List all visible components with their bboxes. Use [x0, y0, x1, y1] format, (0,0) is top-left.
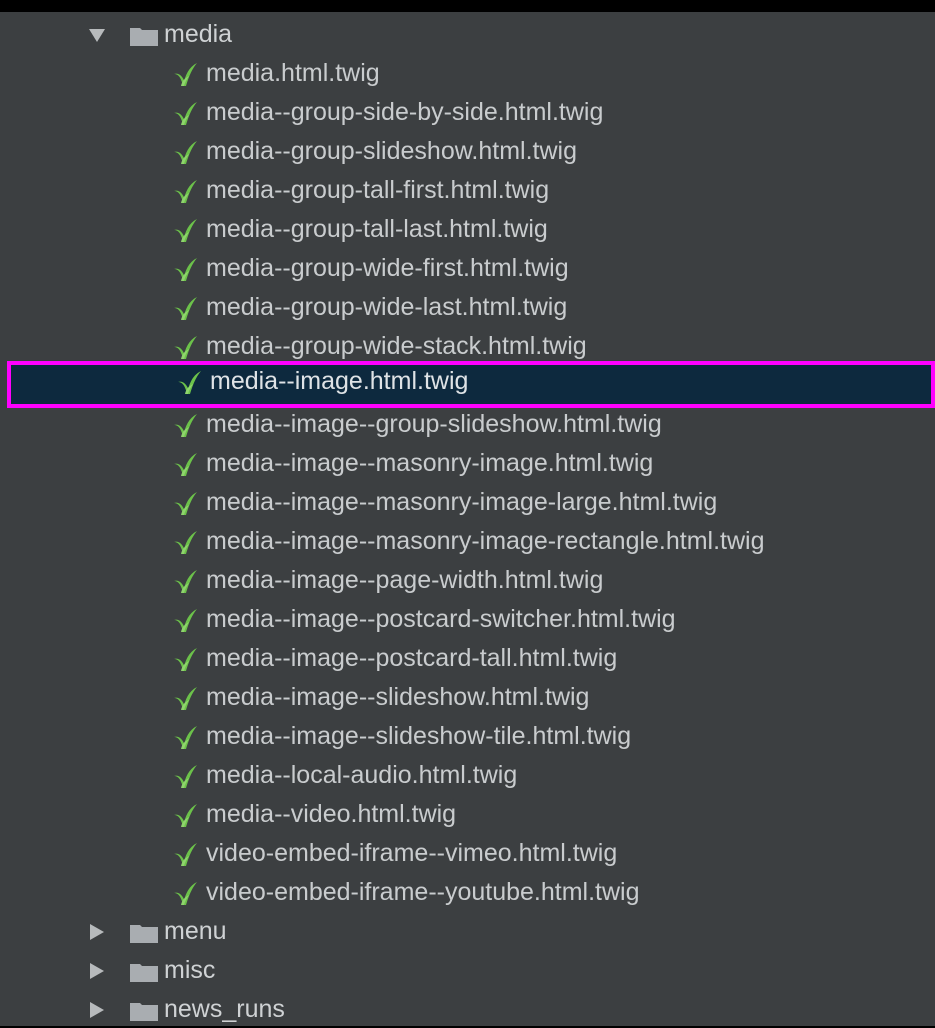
folder-row-media[interactable]: media	[0, 14, 935, 53]
file-label: media--group-tall-first.html.twig	[206, 176, 550, 204]
file-row[interactable]: media--image--masonry-image-large.html.t…	[0, 482, 935, 521]
file-row[interactable]: media--group-tall-first.html.twig	[0, 170, 935, 209]
triangle-down-icon[interactable]	[88, 27, 106, 43]
file-row[interactable]: media--image--slideshow.html.twig	[0, 677, 935, 716]
file-row[interactable]: media--video.html.twig	[0, 794, 935, 833]
file-label: media--image--masonry-image.html.twig	[206, 449, 654, 477]
file-label: media--group-tall-last.html.twig	[206, 215, 548, 243]
file-row[interactable]: media--group-wide-stack.html.twig	[0, 326, 935, 365]
file-label: media--image--slideshow-tile.html.twig	[206, 722, 632, 750]
twig-file-icon	[174, 297, 197, 320]
file-label: media--image--postcard-switcher.html.twi…	[206, 605, 676, 633]
twig-file-icon	[174, 765, 197, 788]
folder-row-menu[interactable]: menu	[0, 911, 935, 950]
twig-file-icon	[174, 570, 197, 593]
file-label: media--image--slideshow.html.twig	[206, 683, 590, 711]
twig-file-icon	[174, 258, 197, 281]
triangle-right-icon[interactable]	[88, 963, 106, 979]
folder-icon	[130, 28, 158, 46]
twig-file-icon	[174, 219, 197, 242]
file-row[interactable]: video-embed-iframe--vimeo.html.twig	[0, 833, 935, 872]
folder-row-misc[interactable]: misc	[0, 950, 935, 989]
file-row[interactable]: media--image--postcard-tall.html.twig	[0, 638, 935, 677]
twig-file-icon	[174, 63, 197, 86]
project-tree-panel[interactable]: media media.html.twig media--group-side-b…	[0, 12, 935, 1026]
file-label: media--image.html.twig	[210, 367, 469, 395]
file-label: media--image--group-slideshow.html.twig	[206, 410, 662, 438]
twig-file-icon	[174, 453, 197, 476]
file-label: media--group-wide-stack.html.twig	[206, 332, 587, 360]
file-row[interactable]: media--group-wide-first.html.twig	[0, 248, 935, 287]
twig-file-icon	[174, 180, 197, 203]
twig-file-icon	[174, 609, 197, 632]
twig-file-icon	[174, 414, 197, 437]
file-label: media--group-wide-last.html.twig	[206, 293, 568, 321]
folder-row-news-runs[interactable]: news_runs	[0, 989, 935, 1028]
twig-file-icon	[174, 102, 197, 125]
file-label: media.html.twig	[206, 59, 380, 87]
twig-file-icon	[174, 726, 197, 749]
twig-file-icon	[174, 336, 197, 359]
file-label: media--image--masonry-image-large.html.t…	[206, 488, 718, 516]
folder-label: misc	[164, 956, 216, 984]
twig-file-icon	[174, 804, 197, 827]
file-row[interactable]: media.html.twig	[0, 53, 935, 92]
folder-label: menu	[164, 917, 227, 945]
file-row[interactable]: media--local-audio.html.twig	[0, 755, 935, 794]
file-label: video-embed-iframe--youtube.html.twig	[206, 878, 640, 906]
file-label: media--group-wide-first.html.twig	[206, 254, 569, 282]
file-row[interactable]: video-embed-iframe--youtube.html.twig	[0, 872, 935, 911]
twig-file-icon	[174, 648, 197, 671]
file-row-selected[interactable]: media--image.html.twig	[7, 361, 935, 408]
twig-file-icon	[174, 141, 197, 164]
folder-icon	[130, 925, 158, 943]
file-row[interactable]: media--group-side-by-side.html.twig	[0, 92, 935, 131]
file-row[interactable]: media--image--masonry-image.html.twig	[0, 443, 935, 482]
folder-icon	[130, 1003, 158, 1021]
twig-file-icon	[174, 843, 197, 866]
file-row[interactable]: media--group-wide-last.html.twig	[0, 287, 935, 326]
twig-file-icon	[178, 371, 201, 394]
file-label: media--image--masonry-image-rectangle.ht…	[206, 527, 765, 555]
file-row[interactable]: media--group-slideshow.html.twig	[0, 131, 935, 170]
folder-icon	[130, 964, 158, 982]
twig-file-icon	[174, 531, 197, 554]
file-label: media--image--postcard-tall.html.twig	[206, 644, 618, 672]
file-label: media--group-side-by-side.html.twig	[206, 98, 604, 126]
triangle-right-icon[interactable]	[88, 1002, 106, 1018]
file-row[interactable]: media--image--page-width.html.twig	[0, 560, 935, 599]
file-row[interactable]: media--image--group-slideshow.html.twig	[0, 404, 935, 443]
twig-file-icon	[174, 492, 197, 515]
triangle-right-icon[interactable]	[88, 924, 106, 940]
file-row[interactable]: media--image--slideshow-tile.html.twig	[0, 716, 935, 755]
screenshot-frame: media media.html.twig media--group-side-b…	[0, 0, 935, 1026]
folder-label: media	[164, 20, 233, 48]
file-label: media--group-slideshow.html.twig	[206, 137, 577, 165]
file-row[interactable]: media--image--masonry-image-rectangle.ht…	[0, 521, 935, 560]
twig-file-icon	[174, 687, 197, 710]
folder-label: news_runs	[164, 995, 285, 1023]
file-label: video-embed-iframe--vimeo.html.twig	[206, 839, 618, 867]
file-row[interactable]: media--image--postcard-switcher.html.twi…	[0, 599, 935, 638]
file-label: media--image--page-width.html.twig	[206, 566, 604, 594]
file-label: media--local-audio.html.twig	[206, 761, 518, 789]
file-row[interactable]: media--group-tall-last.html.twig	[0, 209, 935, 248]
twig-file-icon	[174, 882, 197, 905]
file-label: media--video.html.twig	[206, 800, 457, 828]
